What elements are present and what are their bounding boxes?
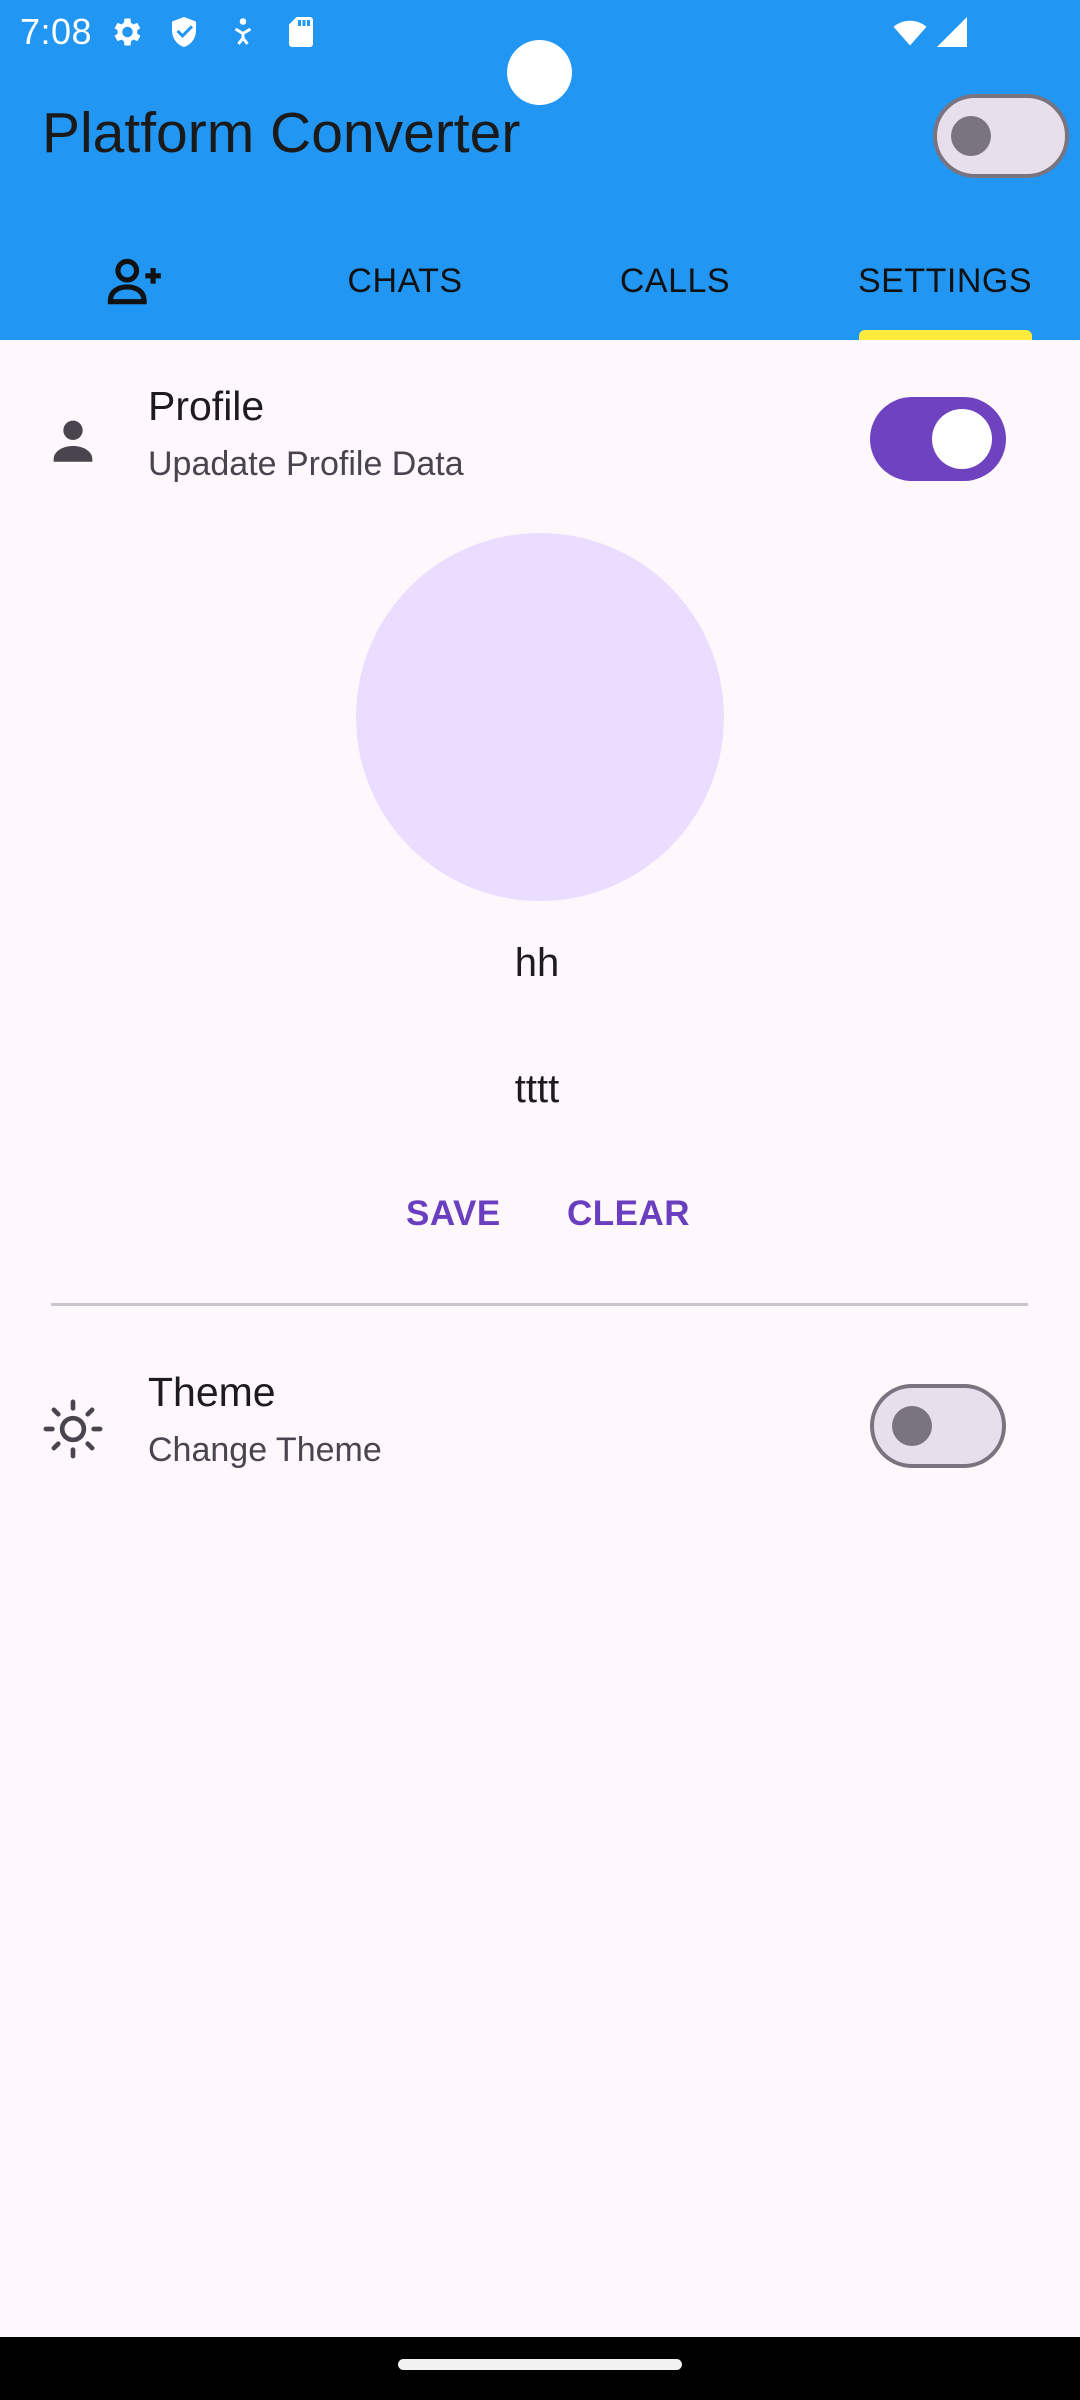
app-bar: 7:08 Platform Converter CHATS CALLS SETT… — [0, 0, 1080, 340]
tab-bar: CHATS CALLS SETTINGS — [0, 222, 1080, 340]
person-add-icon — [107, 258, 161, 305]
tab-settings[interactable]: SETTINGS — [810, 222, 1080, 340]
camera-cutout — [507, 40, 572, 105]
theme-switch[interactable] — [870, 1384, 1006, 1468]
profile-about[interactable]: tttt — [0, 1067, 1074, 1112]
app-bar-switch[interactable] — [933, 94, 1069, 178]
status-time: 7:08 — [20, 11, 93, 52]
profile-name[interactable]: hh — [0, 941, 1074, 986]
wifi-icon — [893, 20, 927, 46]
system-nav-bar — [0, 2337, 1080, 2400]
profile-tile-subtitle: Upadate Profile Data — [148, 445, 464, 483]
tab-add-contact[interactable] — [0, 222, 270, 340]
theme-tile-subtitle: Change Theme — [148, 1431, 382, 1469]
profile-avatar[interactable] — [356, 533, 724, 901]
accessibility-icon — [234, 18, 252, 45]
theme-tile-title: Theme — [148, 1369, 276, 1415]
tab-indicator — [859, 330, 1032, 340]
profile-switch[interactable] — [870, 397, 1006, 481]
clear-button[interactable]: CLEAR — [567, 1194, 690, 1234]
divider — [51, 1303, 1028, 1306]
save-button[interactable]: SAVE — [406, 1194, 501, 1234]
tab-calls[interactable]: CALLS — [540, 222, 810, 340]
switch-knob — [932, 409, 992, 469]
settings-content: Profile Upadate Profile Data hh tttt SAV… — [0, 343, 1080, 2337]
signal-icon — [937, 17, 967, 47]
switch-knob — [951, 116, 991, 156]
person-icon — [53, 420, 93, 462]
sun-icon — [43, 1399, 103, 1459]
gear-icon — [114, 18, 141, 46]
app-title: Platform Converter — [42, 101, 521, 165]
profile-tile-title: Profile — [148, 383, 265, 429]
home-handle[interactable] — [398, 2359, 682, 2370]
switch-knob — [892, 1406, 932, 1446]
sd-card-icon — [289, 17, 313, 47]
shield-icon — [172, 17, 196, 47]
tab-chats[interactable]: CHATS — [270, 222, 540, 340]
